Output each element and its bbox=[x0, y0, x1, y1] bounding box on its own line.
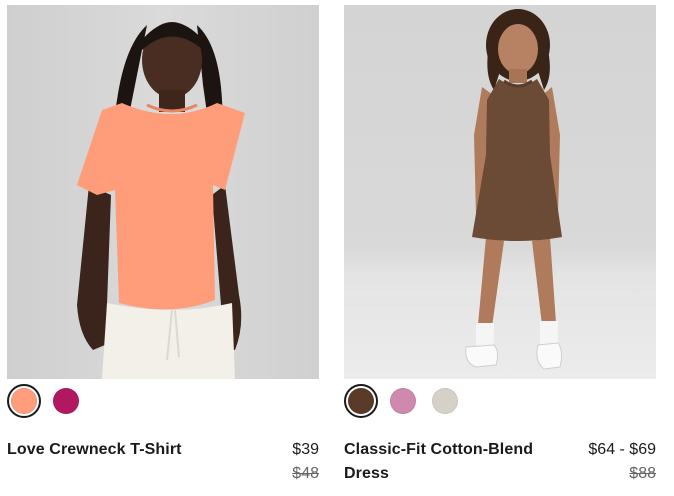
color-swatch-magenta[interactable] bbox=[49, 384, 83, 418]
color-swatch-brown[interactable] bbox=[344, 384, 378, 418]
product-image[interactable] bbox=[344, 5, 656, 379]
swatch-mauve-fill bbox=[390, 388, 416, 414]
product-card-love-crewneck[interactable]: Love Crewneck T-Shirt $39 $48 bbox=[7, 5, 319, 482]
swatch-coral-fill bbox=[11, 388, 37, 414]
color-swatches bbox=[7, 383, 83, 419]
product-image[interactable] bbox=[7, 5, 319, 379]
product-title-line-2: Dress bbox=[344, 465, 389, 482]
color-swatches bbox=[344, 383, 462, 419]
original-price: $88 bbox=[629, 465, 656, 482]
product-price: $39 $48 bbox=[292, 438, 319, 486]
original-price: $48 bbox=[292, 465, 319, 482]
product-title[interactable]: Classic-Fit Cotton-Blend Dress bbox=[344, 438, 533, 486]
product-card-classic-fit-dress[interactable]: Classic-Fit Cotton-Blend Dress $64 - $69… bbox=[344, 5, 656, 482]
swatch-magenta-fill bbox=[53, 388, 79, 414]
swatch-bone-fill bbox=[432, 388, 458, 414]
current-price: $64 - $69 bbox=[588, 441, 656, 458]
product-title-line: Love Crewneck T-Shirt bbox=[7, 441, 182, 458]
dress-model-photo bbox=[344, 5, 656, 379]
product-title-line-1: Classic-Fit Cotton-Blend bbox=[344, 441, 534, 458]
color-swatch-bone[interactable] bbox=[428, 384, 462, 418]
product-title[interactable]: Love Crewneck T-Shirt bbox=[7, 438, 182, 462]
tshirt-model-photo bbox=[7, 5, 319, 379]
color-swatch-coral[interactable] bbox=[7, 384, 41, 418]
current-price: $39 bbox=[292, 441, 319, 458]
color-swatch-mauve[interactable] bbox=[386, 384, 420, 418]
swatch-brown-fill bbox=[348, 388, 374, 414]
product-price: $64 - $69 $88 bbox=[588, 438, 656, 486]
